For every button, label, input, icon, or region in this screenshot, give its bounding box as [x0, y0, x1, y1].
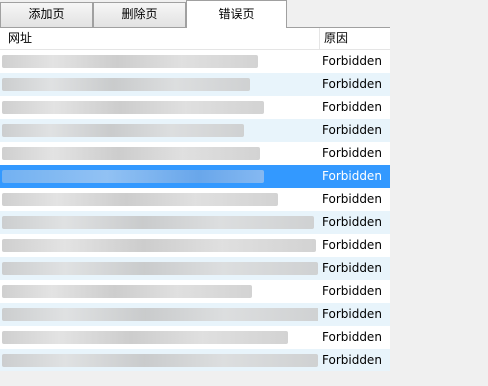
- reason-cell: Forbidden: [322, 238, 382, 252]
- url-cell: [0, 234, 318, 257]
- table-row[interactable]: Forbidden: [0, 96, 390, 119]
- tab-label: 添加页: [28, 7, 65, 21]
- reason-cell: Forbidden: [322, 330, 382, 344]
- table-row[interactable]: Forbidden: [0, 73, 390, 96]
- redacted-url: [2, 239, 316, 252]
- redacted-url: [2, 147, 260, 160]
- table-row[interactable]: Forbidden: [0, 234, 390, 257]
- tab-label: 错误页: [218, 7, 255, 21]
- table-header: 网址 原因: [0, 28, 390, 50]
- reason-cell: Forbidden: [322, 261, 382, 275]
- redacted-url: [2, 331, 288, 344]
- tab-error-page[interactable]: 错误页: [186, 0, 287, 28]
- reason-cell: Forbidden: [322, 123, 382, 137]
- url-cell: [0, 50, 318, 73]
- url-cell: [0, 73, 318, 96]
- tab-delete-page[interactable]: 删除页: [93, 2, 186, 27]
- redacted-url: [2, 124, 244, 137]
- url-cell: [0, 280, 318, 303]
- table-row[interactable]: Forbidden: [0, 280, 390, 303]
- redacted-url: [2, 193, 278, 206]
- reason-cell: Forbidden: [322, 100, 382, 114]
- url-cell: [0, 211, 318, 234]
- url-cell: [0, 96, 318, 119]
- table-row[interactable]: Forbidden: [0, 257, 390, 280]
- table-row[interactable]: Forbidden: [0, 142, 390, 165]
- column-header-url[interactable]: 网址: [0, 28, 320, 49]
- table-row[interactable]: Forbidden: [0, 211, 390, 234]
- table-row[interactable]: Forbidden: [0, 165, 390, 188]
- column-header-reason[interactable]: 原因: [320, 28, 390, 49]
- redacted-url: [2, 308, 318, 321]
- redacted-url: [2, 216, 314, 229]
- tab-add-page[interactable]: 添加页: [0, 2, 93, 27]
- reason-cell: Forbidden: [322, 307, 382, 321]
- table-row[interactable]: Forbidden: [0, 188, 390, 211]
- status-bar: [0, 372, 488, 386]
- url-cell: [0, 349, 318, 371]
- tab-bar: 添加页 删除页 错误页: [0, 0, 488, 28]
- table-row[interactable]: Forbidden: [0, 326, 390, 349]
- redacted-url: [2, 78, 250, 91]
- url-cell: [0, 119, 318, 142]
- url-cell: [0, 326, 318, 349]
- table-row[interactable]: Forbidden: [0, 349, 390, 371]
- reason-cell: Forbidden: [322, 353, 382, 367]
- url-cell: [0, 257, 318, 280]
- redacted-url: [2, 262, 318, 275]
- url-cell: [0, 303, 318, 326]
- reason-cell: Forbidden: [322, 169, 382, 183]
- reason-cell: Forbidden: [322, 54, 382, 68]
- redacted-url: [2, 285, 252, 298]
- tab-label: 删除页: [121, 7, 158, 21]
- redacted-url: [2, 101, 264, 114]
- table-body: Forbidden Forbidden Forbidden Forbidden Forb…: [0, 50, 390, 371]
- redacted-url: [2, 354, 318, 367]
- reason-cell: Forbidden: [322, 215, 382, 229]
- table-row[interactable]: Forbidden: [0, 50, 390, 73]
- table-row[interactable]: Forbidden: [0, 119, 390, 142]
- url-cell: [0, 165, 318, 188]
- reason-cell: Forbidden: [322, 192, 382, 206]
- reason-cell: Forbidden: [322, 146, 382, 160]
- redacted-url: [2, 170, 264, 183]
- error-page-list: 网址 原因 Forbidden Forbidden Forbidden Forbidd…: [0, 27, 390, 371]
- reason-cell: Forbidden: [322, 284, 382, 298]
- url-cell: [0, 142, 318, 165]
- url-cell: [0, 188, 318, 211]
- reason-cell: Forbidden: [322, 77, 382, 91]
- redacted-url: [2, 55, 258, 68]
- table-row[interactable]: Forbidden: [0, 303, 390, 326]
